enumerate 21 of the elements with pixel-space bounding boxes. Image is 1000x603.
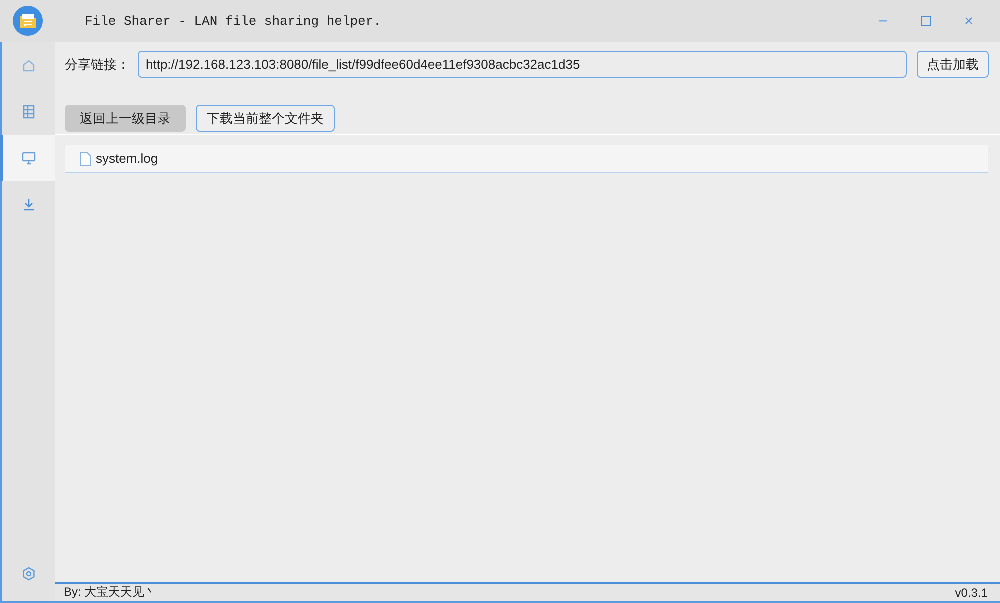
close-icon bbox=[964, 16, 974, 26]
file-name: system.log bbox=[96, 151, 158, 166]
minimize-icon bbox=[878, 20, 888, 22]
file-icon bbox=[80, 152, 91, 166]
maximize-icon bbox=[921, 16, 931, 26]
toolbar-button[interactable]: 返回上一级目录 bbox=[65, 105, 186, 132]
sidebar-item[interactable] bbox=[0, 135, 55, 181]
toolbar-button[interactable]: 下载当前整个文件夹 bbox=[196, 105, 335, 132]
home-icon bbox=[22, 59, 36, 73]
version-text: v0.3.1 bbox=[955, 586, 988, 600]
download-icon bbox=[22, 198, 34, 210]
share-link-label: 分享链接： bbox=[65, 56, 130, 74]
monitor-icon bbox=[22, 152, 36, 164]
app-logo-icon bbox=[13, 6, 43, 36]
window-title: File Sharer - LAN file sharing helper. bbox=[85, 14, 382, 28]
author-text: By: 大宝天天见丶 bbox=[64, 584, 157, 601]
table-icon bbox=[22, 105, 34, 119]
file-row[interactable]: system.log bbox=[65, 145, 988, 173]
share-link-field[interactable]: http://192.168.123.103:8080/file_list/f99dfee60d4ee11ef9308acbc32ac1d35 bbox=[138, 51, 907, 78]
load-button[interactable]: 点击加载 bbox=[917, 51, 989, 78]
settings-icon bbox=[22, 567, 36, 581]
